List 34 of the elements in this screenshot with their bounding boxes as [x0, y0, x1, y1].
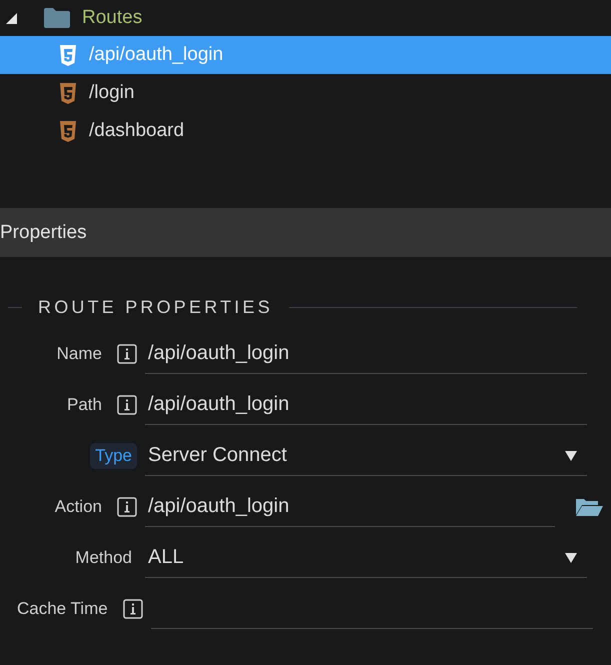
section-title: ROUTE PROPERTIES [38, 297, 273, 318]
folder-label: Routes [82, 7, 142, 29]
caret-icon [565, 450, 577, 462]
field-value: Server Connect [148, 444, 287, 467]
field-value: ALL [148, 546, 184, 569]
info-icon[interactable] [117, 497, 137, 517]
select-field[interactable]: ALL [145, 538, 587, 578]
field-label: Path [66, 394, 103, 416]
info-icon[interactable] [122, 599, 143, 619]
input-field[interactable]: /api/oauth_login [145, 385, 587, 425]
html5-icon [59, 82, 77, 104]
input-field[interactable]: /api/oauth_login [145, 487, 555, 527]
field-value: /api/oauth_login [148, 342, 290, 365]
html5-icon [59, 44, 77, 66]
tree-folder[interactable]: Routes [0, 0, 611, 36]
folder-icon[interactable] [575, 497, 603, 517]
field-label: Type [90, 443, 137, 469]
folder-icon [44, 8, 70, 28]
info-icon[interactable] [117, 344, 137, 364]
field-value: /api/oauth_login [148, 495, 290, 518]
expand-icon[interactable] [6, 12, 17, 24]
caret-icon [565, 552, 577, 564]
panel-title: Properties [0, 222, 87, 244]
html5-icon [59, 120, 77, 142]
field-value: /api/oauth_login [148, 393, 290, 416]
field-label: Name [56, 343, 103, 365]
field-label: Cache Time [16, 598, 109, 620]
tree-item[interactable]: /dashboard [0, 112, 611, 150]
select-field[interactable]: Server Connect [145, 436, 587, 476]
field-label: Action [54, 496, 103, 518]
field-label: Method [74, 547, 133, 569]
tree-item[interactable]: /login [0, 74, 611, 112]
input-field[interactable]: /api/oauth_login [145, 334, 587, 374]
info-icon[interactable] [117, 395, 137, 415]
